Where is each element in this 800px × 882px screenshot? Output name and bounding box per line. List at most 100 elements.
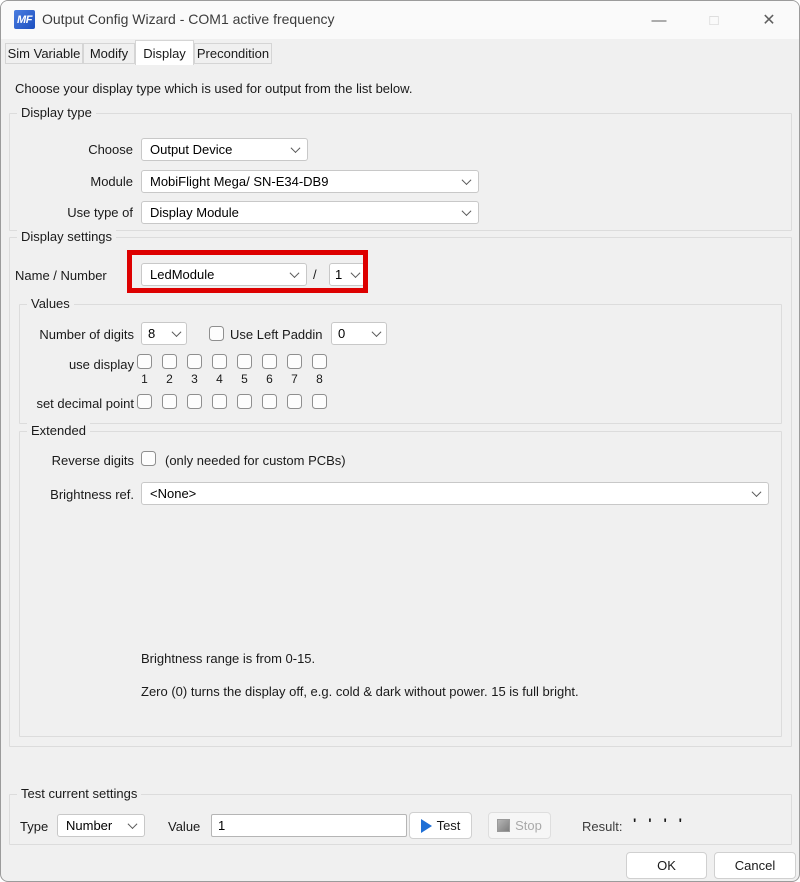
mobiflight-logo-icon: MF bbox=[14, 10, 35, 29]
ok-button-label: OK bbox=[657, 858, 676, 873]
chevron-down-icon bbox=[290, 268, 300, 278]
test-button[interactable]: Test bbox=[409, 812, 472, 839]
decimal-point-checkbox-5[interactable] bbox=[237, 394, 252, 409]
decimal-point-checkbox-3[interactable] bbox=[187, 394, 202, 409]
close-button[interactable]: ✕ bbox=[746, 1, 792, 39]
chevron-down-icon bbox=[291, 143, 301, 153]
name-dropdown-value: LedModule bbox=[150, 267, 285, 282]
decimal-point-checkbox-row bbox=[137, 394, 327, 409]
cancel-button[interactable]: Cancel bbox=[714, 852, 796, 879]
title-bar: MF Output Config Wizard - COM1 active fr… bbox=[1, 1, 799, 39]
type-label: Type bbox=[20, 819, 48, 834]
maximize-button: □ bbox=[691, 1, 737, 39]
tab-sim-variable[interactable]: Sim Variable bbox=[5, 43, 83, 64]
use-display-checkbox-1[interactable] bbox=[137, 354, 152, 369]
set-decimal-point-label: set decimal point bbox=[9, 396, 134, 411]
stop-icon bbox=[497, 819, 510, 832]
decimal-point-checkbox-2[interactable] bbox=[162, 394, 177, 409]
brightness-ref-label: Brightness ref. bbox=[9, 487, 134, 502]
brightness-note-2: Zero (0) turns the display off, e.g. col… bbox=[141, 684, 579, 699]
number-dropdown-value: 1 bbox=[335, 267, 346, 282]
tab-modify[interactable]: Modify bbox=[83, 43, 135, 64]
use-type-dropdown[interactable]: Display Module bbox=[141, 201, 479, 224]
stop-button: Stop bbox=[488, 812, 551, 839]
use-left-padding-label: Use Left Paddin bbox=[230, 327, 323, 342]
decimal-point-checkbox-7[interactable] bbox=[287, 394, 302, 409]
module-label: Module bbox=[9, 174, 133, 189]
test-settings-legend: Test current settings bbox=[17, 786, 141, 801]
type-dropdown[interactable]: Number bbox=[57, 814, 145, 837]
value-input[interactable] bbox=[211, 814, 407, 837]
decimal-point-checkbox-6[interactable] bbox=[262, 394, 277, 409]
values-legend: Values bbox=[27, 296, 74, 311]
use-display-checkbox-3[interactable] bbox=[187, 354, 202, 369]
digit-number: 4 bbox=[212, 372, 227, 386]
choose-label: Choose bbox=[9, 142, 133, 157]
extended-legend: Extended bbox=[27, 423, 90, 438]
digit-number: 7 bbox=[287, 372, 302, 386]
left-padding-dropdown-value: 0 bbox=[338, 326, 367, 341]
tab-display[interactable]: Display bbox=[135, 40, 194, 65]
result-label: Result: bbox=[582, 819, 622, 834]
choose-dropdown[interactable]: Output Device bbox=[141, 138, 308, 161]
use-type-dropdown-value: Display Module bbox=[150, 205, 457, 220]
digit-number-row: 1 2 3 4 5 6 7 8 bbox=[137, 372, 327, 386]
value-label: Value bbox=[168, 819, 200, 834]
chevron-down-icon bbox=[462, 206, 472, 216]
cancel-button-label: Cancel bbox=[735, 858, 775, 873]
use-display-checkbox-4[interactable] bbox=[212, 354, 227, 369]
decimal-point-checkbox-8[interactable] bbox=[312, 394, 327, 409]
digit-number: 1 bbox=[137, 372, 152, 386]
left-padding-dropdown[interactable]: 0 bbox=[331, 322, 387, 345]
display-type-legend: Display type bbox=[17, 105, 96, 120]
module-dropdown-value: MobiFlight Mega/ SN-E34-DB9 bbox=[150, 174, 457, 189]
output-config-wizard-dialog: MF Output Config Wizard - COM1 active fr… bbox=[0, 0, 800, 882]
window-title: Output Config Wizard - COM1 active frequ… bbox=[42, 11, 335, 27]
use-display-checkbox-8[interactable] bbox=[312, 354, 327, 369]
module-dropdown[interactable]: MobiFlight Mega/ SN-E34-DB9 bbox=[141, 170, 479, 193]
use-left-padding-checkbox[interactable] bbox=[209, 326, 224, 341]
use-display-checkbox-5[interactable] bbox=[237, 354, 252, 369]
page-description: Choose your display type which is used f… bbox=[15, 81, 412, 96]
ok-button[interactable]: OK bbox=[626, 852, 707, 879]
stop-button-label: Stop bbox=[515, 818, 542, 833]
type-dropdown-value: Number bbox=[66, 818, 123, 833]
reverse-digits-label: Reverse digits bbox=[9, 453, 134, 468]
name-dropdown[interactable]: LedModule bbox=[141, 263, 307, 286]
brightness-ref-dropdown[interactable]: <None> bbox=[141, 482, 769, 505]
digit-number: 6 bbox=[262, 372, 277, 386]
use-display-label: use display bbox=[9, 357, 134, 372]
display-settings-legend: Display settings bbox=[17, 229, 116, 244]
chevron-down-icon bbox=[372, 327, 382, 337]
decimal-point-checkbox-1[interactable] bbox=[137, 394, 152, 409]
name-number-separator: / bbox=[313, 267, 317, 282]
use-display-checkbox-6[interactable] bbox=[262, 354, 277, 369]
chevron-down-icon bbox=[351, 268, 361, 278]
use-display-checkbox-row bbox=[137, 354, 327, 369]
brightness-note-1: Brightness range is from 0-15. bbox=[141, 651, 315, 666]
tab-precondition[interactable]: Precondition bbox=[194, 43, 272, 64]
test-button-label: Test bbox=[437, 818, 461, 833]
chevron-down-icon bbox=[462, 175, 472, 185]
number-of-digits-label: Number of digits bbox=[9, 327, 134, 342]
reverse-digits-hint: (only needed for custom PCBs) bbox=[165, 453, 346, 468]
use-display-checkbox-2[interactable] bbox=[162, 354, 177, 369]
decimal-point-checkbox-4[interactable] bbox=[212, 394, 227, 409]
digit-number: 3 bbox=[187, 372, 202, 386]
digit-number: 2 bbox=[162, 372, 177, 386]
choose-dropdown-value: Output Device bbox=[150, 142, 286, 157]
minimize-button[interactable]: — bbox=[636, 1, 682, 39]
digit-number: 8 bbox=[312, 372, 327, 386]
result-value: ' ' ' ' bbox=[633, 815, 686, 831]
number-dropdown[interactable]: 1 bbox=[329, 263, 365, 286]
name-number-label: Name / Number bbox=[15, 268, 107, 283]
use-display-checkbox-7[interactable] bbox=[287, 354, 302, 369]
chevron-down-icon bbox=[752, 487, 762, 497]
brightness-ref-dropdown-value: <None> bbox=[150, 486, 747, 501]
use-type-label: Use type of bbox=[9, 205, 133, 220]
digits-dropdown-value: 8 bbox=[148, 326, 167, 341]
digit-number: 5 bbox=[237, 372, 252, 386]
digits-dropdown[interactable]: 8 bbox=[141, 322, 187, 345]
reverse-digits-checkbox[interactable] bbox=[141, 451, 156, 466]
chevron-down-icon bbox=[128, 819, 138, 829]
